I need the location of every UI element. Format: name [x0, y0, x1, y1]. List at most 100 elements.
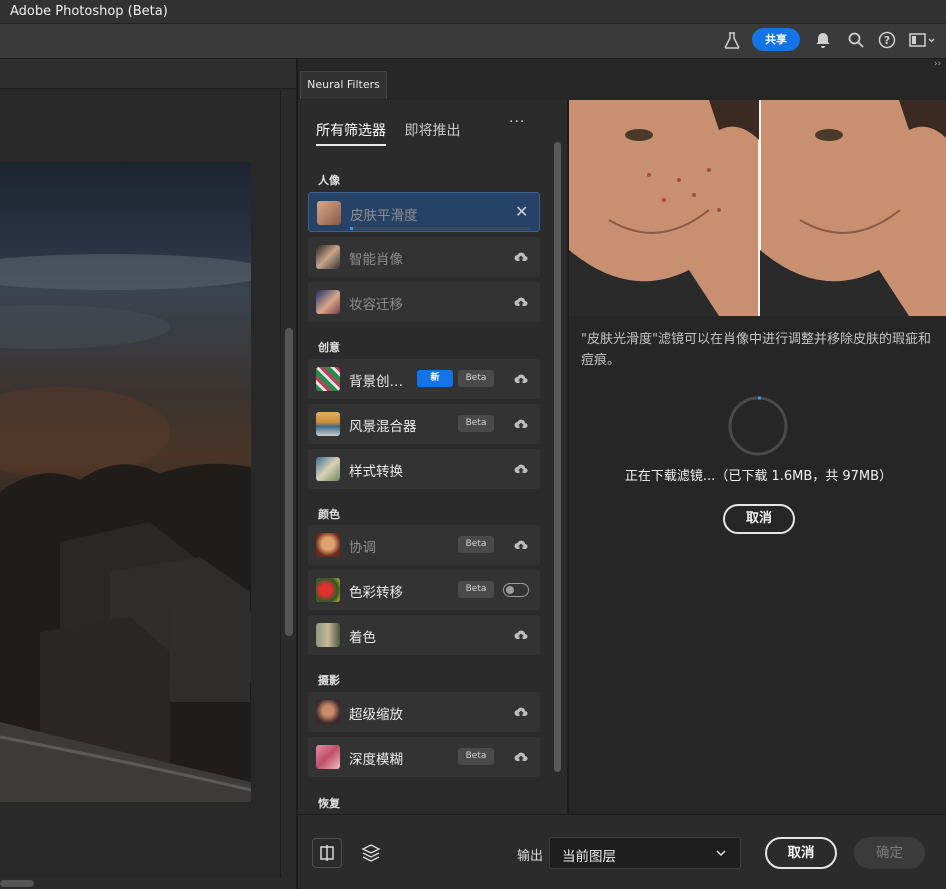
filter-label: 皮肤平滑度 — [350, 208, 418, 224]
filter-item-skin-smoothing[interactable]: 皮肤平滑度 ✕ — [308, 192, 540, 232]
before-after-preview — [569, 100, 946, 316]
share-button[interactable]: 共享 — [752, 28, 800, 51]
output-select-value: 当前图层 — [562, 849, 616, 865]
canvas-vertical-scrollbar[interactable] — [280, 90, 296, 878]
filter-item-smart-portrait[interactable]: 智能肖像 — [308, 237, 540, 277]
split-view-icon — [320, 845, 334, 861]
svg-text:?: ? — [884, 34, 890, 47]
style-transfer-thumbnail — [316, 457, 340, 481]
cancel-button[interactable]: 取消 — [765, 837, 837, 869]
section-creative: 创意 — [318, 341, 340, 354]
filter-description: "皮肤光滑度"滤镜可以在肖像中进行调整并移除皮肤的瑕疵和痘痕。 — [581, 332, 931, 368]
filter-item-color-transfer[interactable]: 色彩转移 Beta — [308, 570, 540, 610]
bell-icon[interactable] — [813, 30, 833, 50]
title-bar: Adobe Photoshop (Beta) — [0, 0, 946, 24]
beta-badge: Beta — [458, 536, 494, 553]
section-color: 颜色 — [318, 508, 340, 521]
cloud-download-icon[interactable] — [513, 749, 529, 765]
filter-label: 背景创… — [349, 374, 403, 390]
new-badge: 新 — [417, 370, 453, 387]
face-preview-image — [569, 100, 946, 316]
landscape-photo — [0, 254, 251, 802]
colorize-thumbnail — [316, 623, 340, 647]
workspace-icon[interactable] — [908, 30, 936, 50]
filter-item-super-zoom[interactable]: 超级缩放 — [308, 692, 540, 732]
filter-tabs: 所有筛选器 即将推出 — [316, 120, 474, 146]
color-transfer-thumbnail — [316, 578, 340, 602]
filter-list-scrollbar[interactable] — [554, 142, 561, 772]
document-tab-strip — [0, 59, 296, 89]
cloud-download-icon[interactable] — [513, 416, 529, 432]
filter-item-harmonization[interactable]: 协调 Beta — [308, 525, 540, 565]
cancel-download-button[interactable]: 取消 — [723, 504, 795, 534]
filter-label: 智能肖像 — [349, 252, 403, 268]
help-icon[interactable]: ? — [877, 30, 897, 50]
panel-footer: 输出 当前图层 取消 确定 — [298, 814, 946, 889]
more-options-icon[interactable]: ··· — [509, 114, 525, 130]
download-status-text: 正在下载滤镜...（已下载 1.6MB，共 97MB） — [624, 469, 893, 484]
filter-label: 妆容迁移 — [349, 297, 403, 313]
filter-label: 样式转换 — [349, 464, 403, 480]
app-title: Adobe Photoshop (Beta) — [10, 4, 168, 19]
section-restore: 恢复 — [318, 797, 340, 810]
collapse-panel-icon[interactable]: ›› — [934, 59, 941, 69]
filter-item-background-creator[interactable]: 背景创… 新 Beta — [308, 359, 540, 399]
filter-item-colorize[interactable]: 着色 — [308, 615, 540, 655]
tab-all-filters[interactable]: 所有筛选器 — [316, 120, 386, 146]
beta-badge: Beta — [458, 415, 494, 432]
loading-spinner-icon — [728, 396, 788, 456]
filter-label: 深度模糊 — [349, 752, 403, 768]
cloud-download-icon[interactable] — [513, 294, 529, 310]
labs-flask-icon[interactable] — [722, 30, 742, 50]
landscape-mixer-thumbnail — [316, 412, 340, 436]
chevron-down-icon — [716, 850, 726, 857]
filter-list: 所有筛选器 即将推出 ··· 人像 皮肤平滑度 ✕ 智能肖像 妆容迁移 创意 背… — [298, 100, 567, 814]
split-view-button[interactable] — [312, 838, 342, 868]
section-portrait: 人像 — [318, 174, 340, 187]
ok-button[interactable]: 确定 — [854, 837, 925, 869]
beta-badge: Beta — [458, 748, 494, 765]
depth-blur-thumbnail — [316, 745, 340, 769]
output-label: 输出 — [517, 849, 544, 864]
color-transfer-toggle[interactable] — [503, 583, 529, 597]
tab-coming-soon[interactable]: 即将推出 — [404, 120, 460, 144]
harmonization-thumbnail — [316, 533, 340, 557]
close-icon[interactable]: ✕ — [515, 203, 528, 221]
canvas-area[interactable] — [0, 90, 280, 878]
beta-badge: Beta — [458, 370, 494, 387]
filter-label: 着色 — [349, 630, 376, 646]
filter-item-depth-blur[interactable]: 深度模糊 Beta — [308, 737, 540, 777]
search-icon[interactable] — [846, 30, 866, 50]
canvas-horizontal-scrollbar[interactable] — [0, 878, 296, 889]
beta-badge: Beta — [458, 581, 494, 598]
output-select[interactable]: 当前图层 — [549, 837, 741, 869]
filter-item-landscape-mixer[interactable]: 风景混合器 Beta — [308, 404, 540, 444]
cloud-download-icon[interactable] — [513, 371, 529, 387]
filter-detail: "皮肤光滑度"滤镜可以在肖像中进行调整并移除皮肤的瑕疵和痘痕。 正在下载滤镜..… — [569, 100, 946, 814]
filter-label: 协调 — [349, 540, 376, 556]
cloud-download-icon[interactable] — [513, 627, 529, 643]
neural-filters-panel: Neural Filters ›› 所有筛选器 即将推出 ··· 人像 皮肤平滑… — [296, 59, 946, 889]
cloud-download-icon[interactable] — [513, 537, 529, 553]
document-image — [0, 162, 251, 802]
download-progress-bar — [350, 227, 530, 230]
tab-neural-filters[interactable]: Neural Filters — [300, 71, 387, 99]
scrollbar-thumb[interactable] — [0, 880, 34, 887]
layers-icon — [361, 844, 381, 862]
layers-button[interactable] — [356, 838, 386, 868]
cloud-download-icon[interactable] — [513, 704, 529, 720]
filter-item-style-transfer[interactable]: 样式转换 — [308, 449, 540, 489]
filter-label: 超级缩放 — [349, 707, 403, 723]
filter-label: 色彩转移 — [349, 585, 403, 601]
smart-portrait-thumbnail — [316, 245, 340, 269]
scrollbar-thumb[interactable] — [285, 328, 293, 636]
filter-item-makeup-transfer[interactable]: 妆容迁移 — [308, 282, 540, 322]
section-photography: 摄影 — [318, 674, 340, 687]
skin-smoothing-thumbnail — [317, 201, 341, 225]
cloud-download-icon[interactable] — [513, 461, 529, 477]
filter-label: 风景混合器 — [349, 419, 417, 435]
background-creator-thumbnail — [316, 367, 340, 391]
super-zoom-thumbnail — [316, 700, 340, 724]
makeup-transfer-thumbnail — [316, 290, 340, 314]
cloud-download-icon[interactable] — [513, 249, 529, 265]
